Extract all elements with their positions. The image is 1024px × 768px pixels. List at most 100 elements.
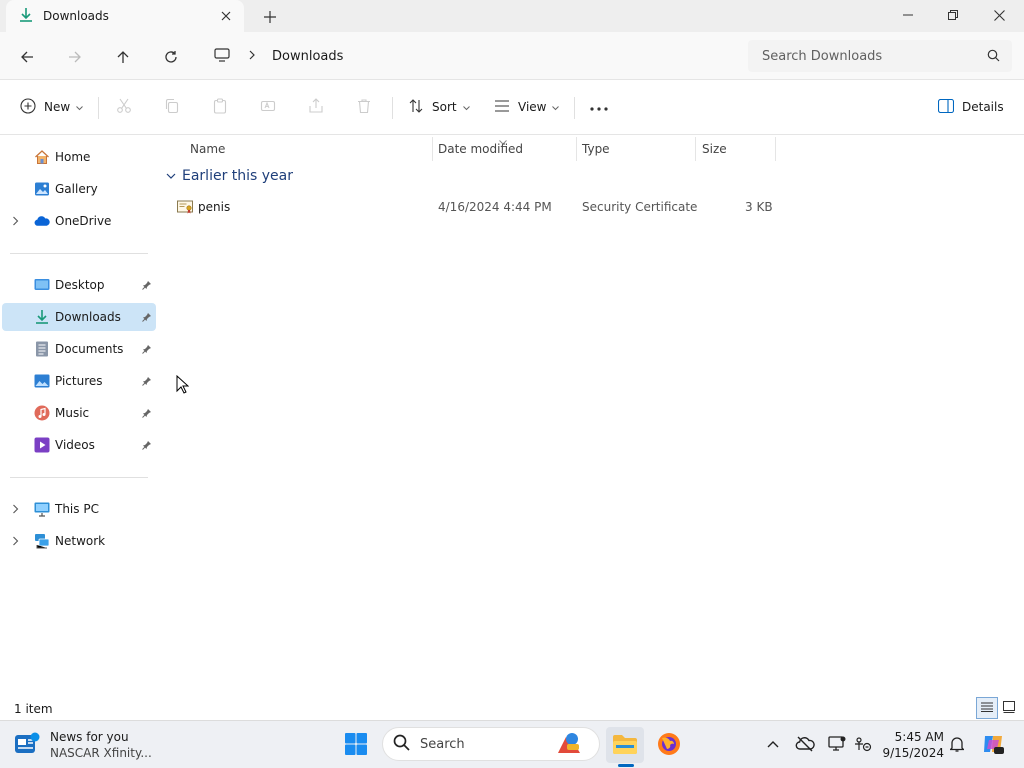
chevron-right-icon[interactable] [248,49,256,63]
command-bar: New Sort View Details [0,80,1024,135]
title-bar: Downloads [0,0,1024,32]
more-options-button[interactable] [585,94,613,120]
details-button[interactable]: Details [937,94,1004,120]
sidebar-item-music[interactable]: Music [2,399,156,427]
tiles-view-toggle[interactable] [998,697,1020,719]
rename-button[interactable] [254,94,282,120]
sidebar-item-label: Gallery [55,182,98,196]
chevron-down-icon [552,100,560,114]
paste-button[interactable] [206,94,234,120]
videos-icon [34,437,50,453]
start-button[interactable] [337,727,375,763]
column-header-type[interactable]: Type [582,138,610,160]
news-icon [14,731,40,760]
accessibility-icon[interactable] [852,733,874,755]
sidebar-item-downloads[interactable]: Downloads [2,303,156,331]
separator [574,97,575,119]
onedrive-offline-icon[interactable] [794,733,816,755]
breadcrumb-downloads[interactable]: Downloads [272,49,343,64]
column-header-date-modified[interactable]: Date modified [438,138,523,160]
close-icon[interactable] [218,8,234,24]
news-subtitle: NASCAR Xfinity... [50,746,152,760]
minimize-icon[interactable] [885,0,931,30]
column-separator[interactable] [775,137,776,161]
chevron-right-icon[interactable] [12,535,19,549]
file-row[interactable]: penis 4/16/2024 4:44 PM Security Certifi… [170,196,778,218]
bell-icon[interactable] [946,733,968,755]
search-input[interactable] [762,48,972,64]
system-clock[interactable]: 5:45 AM 9/15/2024 [880,729,944,761]
sort-button[interactable]: Sort [408,94,470,120]
pin-icon[interactable] [142,279,152,293]
search-box[interactable] [748,40,1012,72]
chevron-up-icon[interactable] [762,733,784,755]
column-header-size[interactable]: Size [702,138,727,160]
pin-icon[interactable] [142,343,152,357]
chevron-right-icon[interactable] [12,215,19,229]
news-widget[interactable]: News for you NASCAR Xfinity... [14,727,152,763]
sidebar-item-desktop[interactable]: Desktop [2,271,156,299]
taskbar-search[interactable]: Search [382,727,600,761]
cut-icon [116,98,132,117]
sidebar-item-onedrive[interactable]: OneDrive [2,207,156,235]
sidebar-item-pictures[interactable]: Pictures [2,367,156,395]
plus-icon[interactable] [260,7,280,27]
restore-icon[interactable] [930,0,976,30]
sidebar-item-videos[interactable]: Videos [2,431,156,459]
details-view-toggle[interactable] [976,697,998,719]
pin-icon[interactable] [142,375,152,389]
share-button[interactable] [302,94,330,120]
cut-button[interactable] [110,94,138,120]
up-icon[interactable] [110,44,136,70]
copilot-icon[interactable] [980,731,1006,757]
group-header[interactable]: Earlier this year [166,168,293,184]
view-button[interactable]: View [494,94,560,120]
chevron-down-icon[interactable] [166,168,176,184]
address-bar[interactable]: Downloads [200,40,736,72]
item-count: 1 item [14,702,53,716]
monitor-icon[interactable] [214,47,230,65]
column-separator[interactable] [576,137,577,161]
sidebar-item-this-pc[interactable]: This PC [2,495,156,523]
sort-icon [408,98,424,117]
divider [10,253,148,254]
new-button[interactable]: New [20,94,84,120]
sidebar-item-home[interactable]: Home [2,143,156,171]
delete-button[interactable] [350,94,378,120]
file-explorer-button[interactable] [606,727,644,763]
file-date-modified: 4/16/2024 4:44 PM [438,200,552,214]
active-app-indicator [618,764,634,767]
column-separator[interactable] [695,137,696,161]
share-icon [308,97,324,117]
pc-icon [34,501,50,517]
back-icon[interactable] [14,44,40,70]
tab-downloads[interactable]: Downloads [6,0,244,32]
sidebar-item-documents[interactable]: Documents [2,335,156,363]
copy-button[interactable] [158,94,186,120]
network-icon [34,533,50,549]
firefox-button[interactable] [650,727,688,763]
more-icon [590,100,608,114]
refresh-icon[interactable] [158,44,184,70]
search-icon[interactable] [987,49,1000,65]
display-icon[interactable] [826,733,848,755]
pin-icon[interactable] [142,439,152,453]
sidebar-item-label: Network [55,534,106,548]
sidebar-item-network[interactable]: Network [2,527,156,555]
clock-time: 5:45 AM [894,730,944,744]
file-explorer-icon [612,733,638,758]
windows-start-icon [344,732,368,759]
sidebar-item-gallery[interactable]: Gallery [2,175,156,203]
sidebar-item-label: Home [55,150,91,164]
group-label: Earlier this year [182,168,294,184]
column-header-name[interactable]: Name [190,138,225,160]
chevron-right-icon[interactable] [12,503,19,517]
column-separator[interactable] [432,137,433,161]
pin-icon[interactable] [142,407,152,421]
close-icon[interactable] [976,0,1022,30]
pin-icon[interactable] [142,311,152,325]
forward-icon[interactable] [62,44,88,70]
details-pane-icon [937,98,955,116]
taskbar: News for you NASCAR Xfinity... Search 5:… [0,720,1024,768]
download-icon [18,7,34,26]
